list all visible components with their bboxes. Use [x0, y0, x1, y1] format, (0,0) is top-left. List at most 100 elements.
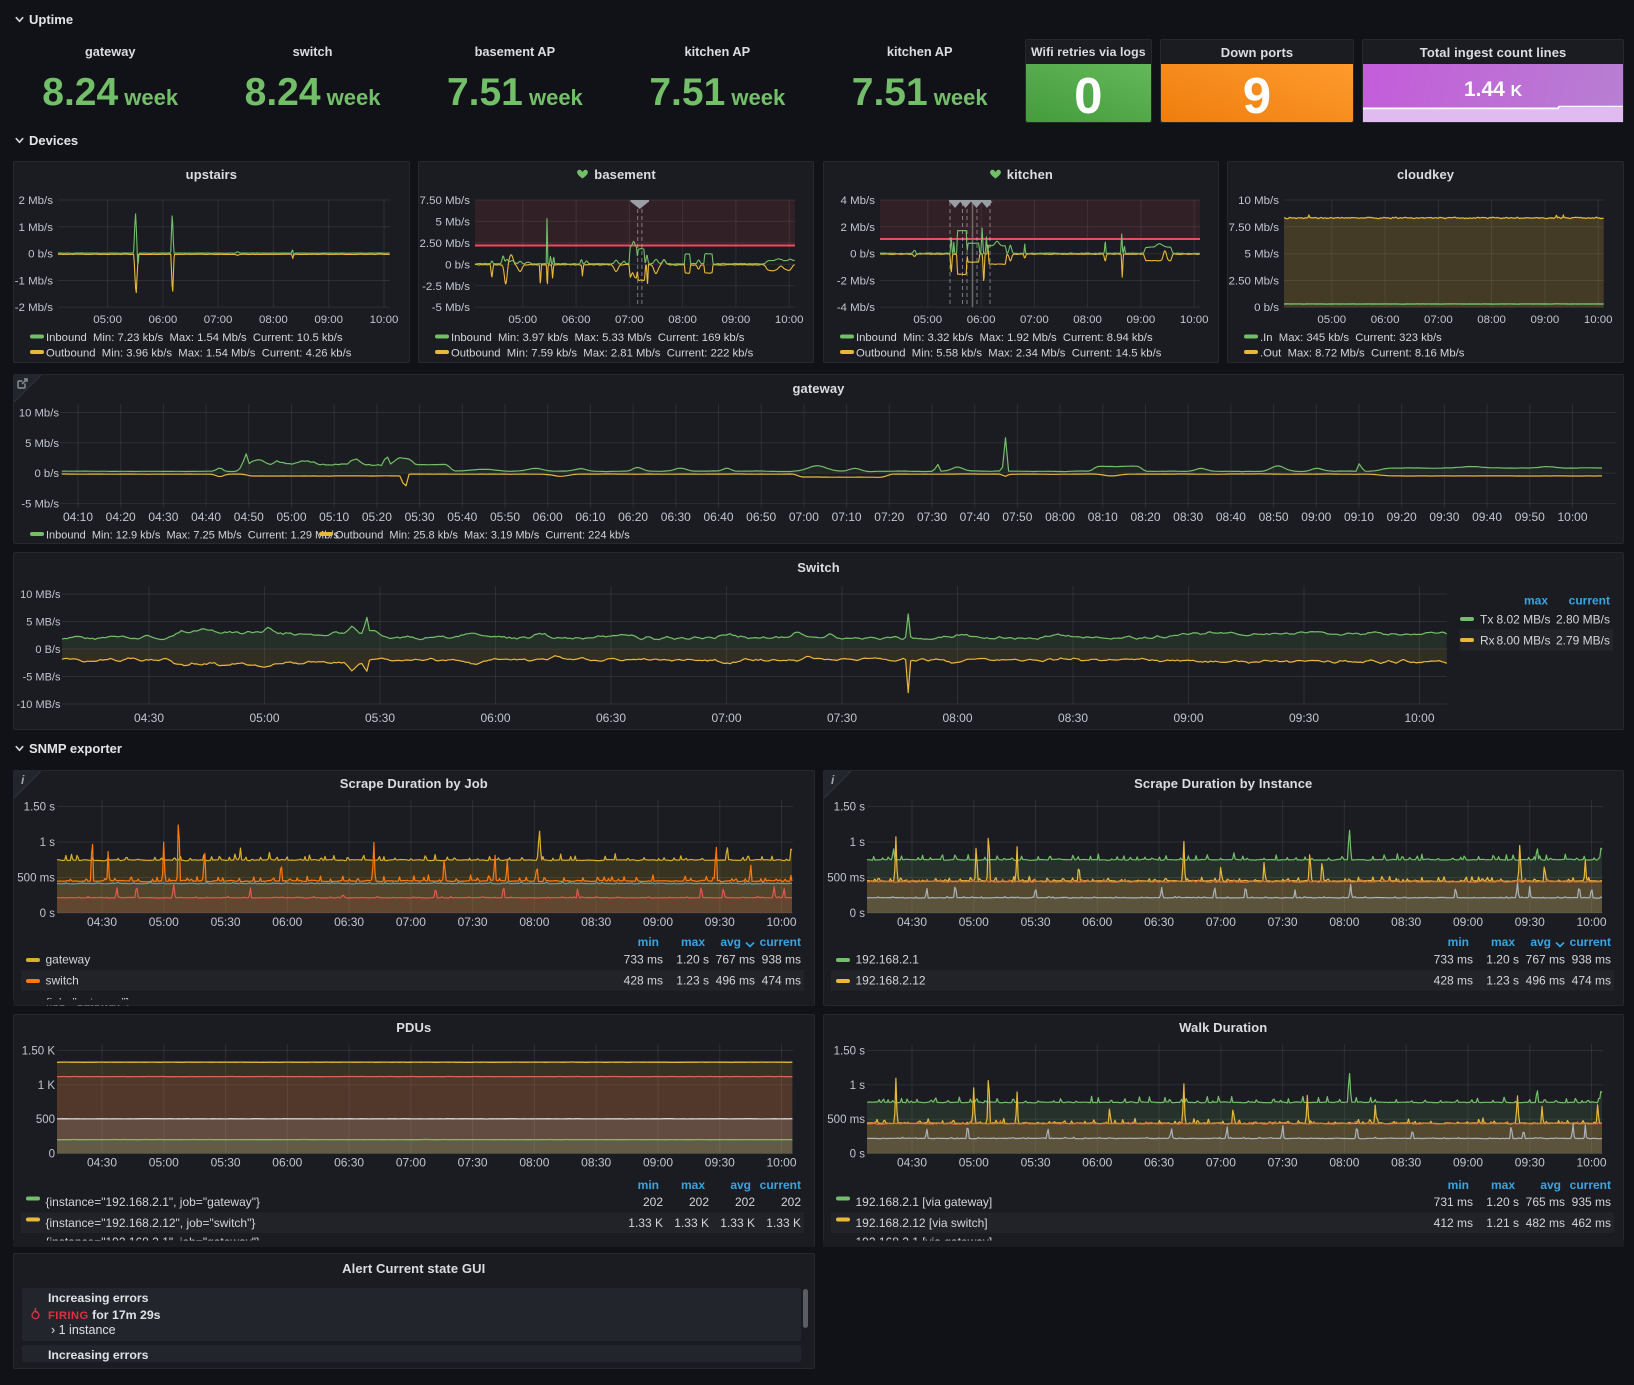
svg-text:09:30: 09:30: [705, 1155, 735, 1169]
svg-text:08:00: 08:00: [519, 1155, 549, 1169]
svg-text:04:50: 04:50: [234, 510, 264, 524]
svg-text:192.168.2.12 [via switch]: 192.168.2.12 [via switch]: [855, 1216, 987, 1230]
svg-text:Rx: Rx: [1480, 633, 1495, 647]
svg-text:Outbound Min: 25.8 kb/s Max:: Outbound Min: 25.8 kb/s Max: 3.19 Mb/s C…: [335, 529, 630, 541]
svg-text:06:30: 06:30: [1144, 915, 1174, 929]
svg-text:min: min: [638, 935, 659, 949]
svg-text:05:30: 05:30: [1020, 915, 1050, 929]
svg-text:06:30: 06:30: [1144, 1155, 1174, 1169]
svg-text:1.50 s: 1.50 s: [833, 1045, 865, 1057]
svg-text:switch: switch: [46, 973, 79, 987]
svg-text:04:10: 04:10: [63, 510, 93, 524]
svg-text:08:00: 08:00: [1477, 313, 1506, 325]
svg-text:0 s: 0 s: [849, 1148, 865, 1160]
svg-text:05:00: 05:00: [958, 1155, 988, 1169]
svg-text:09:00: 09:00: [1126, 313, 1155, 325]
svg-text:-2.5 Mb/s: -2.5 Mb/s: [422, 280, 470, 292]
svg-text:1 s: 1 s: [40, 837, 56, 849]
svg-text:0 s: 0 s: [40, 908, 56, 920]
svg-text:06:00: 06:00: [561, 313, 590, 325]
svg-text:08:00: 08:00: [1045, 510, 1075, 524]
svg-text:09:30: 09:30: [1514, 1155, 1544, 1169]
svg-text:min: min: [1447, 935, 1468, 949]
svg-text:5 Mb/s: 5 Mb/s: [25, 437, 59, 449]
svg-text:2.50 Mb/s: 2.50 Mb/s: [1229, 275, 1280, 287]
svg-text:09:40: 09:40: [1472, 510, 1502, 524]
svg-text:min: min: [638, 1178, 659, 1192]
svg-text:500 ms: 500 ms: [827, 872, 865, 884]
svg-text:202: 202: [643, 1195, 663, 1209]
svg-text:08:30: 08:30: [1058, 711, 1088, 725]
svg-text:05:30: 05:30: [1020, 1155, 1050, 1169]
svg-text:gateway: gateway: [46, 952, 91, 966]
svg-text:04:20: 04:20: [106, 510, 136, 524]
svg-text:938 ms: 938 ms: [1571, 952, 1610, 966]
svg-text:09:00: 09:00: [1173, 711, 1203, 725]
svg-text:10 Mb/s: 10 Mb/s: [19, 407, 60, 419]
svg-text:{instance="192.168.2.12", job=: {instance="192.168.2.12", job="switch"}: [46, 1216, 256, 1230]
svg-text:Outbound Min: 5.58 kb/s Max:: Outbound Min: 5.58 kb/s Max: 2.34 Mb/s C…: [855, 347, 1161, 359]
svg-text:06:00: 06:00: [272, 1155, 302, 1169]
svg-text:08:30: 08:30: [1173, 510, 1203, 524]
svg-text:1.20 s: 1.20 s: [1486, 1195, 1519, 1209]
svg-text:Outbound Min: 3.96 kb/s Max:: Outbound Min: 3.96 kb/s Max: 1.54 Mb/s C…: [46, 347, 352, 359]
svg-text:07:00: 07:00: [1424, 313, 1453, 325]
svg-text:4 Mb/s: 4 Mb/s: [840, 195, 875, 207]
svg-text:1.23 s: 1.23 s: [676, 973, 709, 987]
svg-text:0 b/s: 0 b/s: [28, 248, 53, 260]
svg-text:max: max: [681, 1178, 705, 1192]
svg-text:10:00: 10:00: [766, 1155, 796, 1169]
svg-text:08:30: 08:30: [1391, 915, 1421, 929]
svg-text:2 Mb/s: 2 Mb/s: [840, 221, 875, 233]
svg-text:06:00: 06:00: [533, 510, 563, 524]
svg-text:192.168.2.1: 192.168.2.1: [855, 952, 919, 966]
svg-text:.In Max: 345 kb/s Current: 3: .In Max: 345 kb/s Current: 323 kb/s: [1260, 331, 1442, 343]
svg-text:current: current: [1569, 1178, 1610, 1192]
svg-text:08:00: 08:00: [1329, 1155, 1359, 1169]
svg-text:-5 Mb/s: -5 Mb/s: [431, 302, 470, 314]
svg-text:5 MB/s: 5 MB/s: [26, 616, 61, 628]
svg-text:max: max: [681, 935, 705, 949]
svg-text:202: 202: [781, 1195, 801, 1209]
svg-text:04:30: 04:30: [896, 915, 926, 929]
svg-text:05:00: 05:00: [1318, 313, 1347, 325]
svg-text:Outbound Min: 7.59 kb/s Max:: Outbound Min: 7.59 kb/s Max: 2.81 Mb/s C…: [451, 347, 754, 359]
svg-text:current: current: [1569, 593, 1610, 607]
svg-text:1.33 K: 1.33 K: [628, 1216, 663, 1230]
svg-text:10:00: 10:00: [1404, 711, 1434, 725]
svg-text:1.23 s: 1.23 s: [1486, 973, 1519, 987]
svg-text:-10 MB/s: -10 MB/s: [16, 699, 61, 711]
svg-text:09:00: 09:00: [1452, 915, 1482, 929]
svg-text:09:00: 09:00: [314, 313, 343, 325]
svg-text:-2 Mb/s: -2 Mb/s: [836, 275, 875, 287]
svg-text:2 Mb/s: 2 Mb/s: [19, 195, 54, 207]
svg-text:max: max: [1524, 593, 1548, 607]
svg-text:04:30: 04:30: [87, 1155, 117, 1169]
svg-text:04:40: 04:40: [191, 510, 221, 524]
svg-text:08:10: 08:10: [1088, 510, 1118, 524]
svg-text:192.168.2.1 [via gateway]: 192.168.2.1 [via gateway]: [855, 1195, 992, 1209]
svg-text:-4 Mb/s: -4 Mb/s: [836, 302, 875, 314]
svg-text:05:00: 05:00: [913, 313, 942, 325]
svg-text:09:10: 09:10: [1344, 510, 1374, 524]
svg-text:05:00: 05:00: [276, 510, 306, 524]
svg-text:08:30: 08:30: [1391, 1155, 1421, 1169]
svg-text:412 ms: 412 ms: [1433, 1216, 1472, 1230]
svg-text:06:30: 06:30: [596, 711, 626, 725]
svg-text:07:50: 07:50: [1002, 510, 1032, 524]
svg-text:10 Mb/s: 10 Mb/s: [1238, 195, 1279, 207]
svg-text:1 s: 1 s: [849, 1079, 865, 1091]
svg-text:04:30: 04:30: [134, 711, 164, 725]
svg-text:07:00: 07:00: [1205, 1155, 1235, 1169]
svg-text:07:00: 07:00: [204, 313, 233, 325]
svg-text:Inbound Min: 3.32 kb/s Max:: Inbound Min: 3.32 kb/s Max: 1.92 Mb/s Cu…: [855, 331, 1152, 343]
svg-text:09:00: 09:00: [1452, 1155, 1482, 1169]
svg-text:avg: avg: [720, 935, 741, 949]
svg-text:04:30: 04:30: [87, 915, 117, 929]
svg-text:06:00: 06:00: [966, 313, 995, 325]
svg-text:08:00: 08:00: [1329, 915, 1359, 929]
svg-text:0 b/s: 0 b/s: [35, 468, 60, 480]
svg-text:1.21 s: 1.21 s: [1486, 1216, 1519, 1230]
svg-text:08:50: 08:50: [1259, 510, 1289, 524]
svg-text:10:00: 10:00: [766, 915, 796, 929]
